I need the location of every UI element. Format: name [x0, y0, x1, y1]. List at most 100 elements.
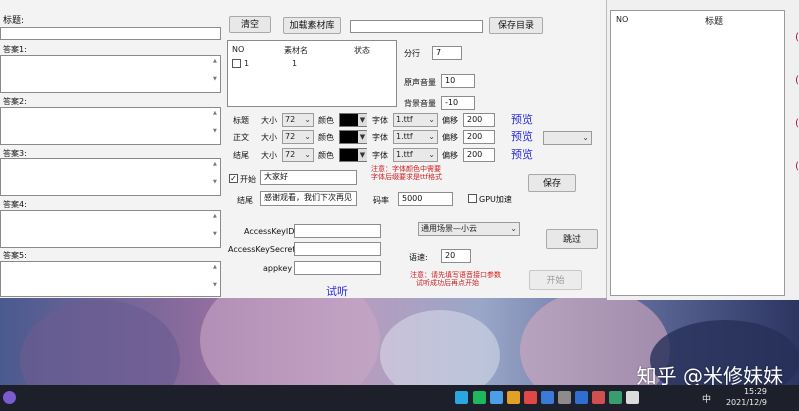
clear-button[interactable]: 清空 — [229, 16, 271, 33]
save-dir-input[interactable] — [350, 20, 483, 33]
asset-row-checkbox[interactable] — [232, 59, 241, 68]
clock-date: 2021/12/9 — [725, 398, 767, 407]
size-select[interactable]: 72 ⌄ — [282, 113, 314, 127]
speed-label: 语速: — [409, 253, 428, 262]
end-text-input[interactable]: 感谢观看，我们下次再见 — [260, 191, 357, 206]
color-picker[interactable]: ▼ — [339, 148, 367, 162]
start-icon[interactable] — [3, 391, 16, 404]
font-select[interactable]: 1.ttf ⌄ — [393, 130, 438, 144]
preview-select[interactable]: ⌄ — [543, 131, 592, 145]
font-select[interactable]: 1.ttf ⌄ — [393, 113, 438, 127]
offset-input[interactable]: 200 — [463, 148, 495, 162]
load-assets-button[interactable]: 加载素材库 — [283, 17, 341, 34]
preview-link[interactable]: 预览 — [511, 128, 533, 144]
offset-label: 偏移 — [442, 151, 458, 160]
color-label: 颜色 — [318, 116, 334, 125]
start-checkbox[interactable]: ✓ — [229, 174, 238, 183]
app-icon[interactable] — [541, 391, 554, 404]
color-picker[interactable]: ▼ — [339, 130, 367, 144]
title-input[interactable] — [0, 27, 221, 40]
preview-link[interactable]: 预览 — [511, 111, 533, 127]
title-label: 标题: — [3, 16, 25, 26]
style-name-label: 正文 — [233, 133, 249, 142]
scroll-arrows-icon[interactable]: ▲ ▼ — [213, 110, 219, 134]
answer5-textarea[interactable]: ▲ ▼ — [0, 261, 221, 297]
answer3-textarea[interactable]: ▲ ▼ — [0, 158, 221, 196]
save-button[interactable]: 保存 — [528, 174, 576, 192]
chevron-down-icon: ⌄ — [510, 224, 517, 233]
chevron-down-icon: ⌄ — [304, 150, 311, 159]
access-key-secret-label: AccessKeySecret — [228, 245, 296, 254]
font-note-line2: 字体后缀要求是ttf格式 — [371, 173, 442, 181]
style-name-label: 标题 — [233, 116, 249, 125]
app-icon[interactable] — [626, 391, 639, 404]
answer4-textarea[interactable]: ▲ ▼ — [0, 210, 221, 248]
start-button[interactable]: 开始 — [529, 270, 582, 290]
answer1-label: 答案1: — [3, 45, 27, 54]
access-key-secret-input[interactable] — [294, 242, 381, 256]
chevron-down-icon: ⌄ — [304, 132, 311, 141]
gpu-label: GPU加速 — [479, 195, 512, 204]
asset-table: NO 素材名 状态 1 1 — [227, 40, 397, 107]
app-icon[interactable] — [592, 391, 605, 404]
bitrate-label: 码率 — [373, 196, 389, 205]
color-label: 颜色 — [318, 151, 334, 160]
app-icon[interactable] — [558, 391, 571, 404]
offset-input[interactable]: 200 — [463, 130, 495, 144]
size-select[interactable]: 72 ⌄ — [282, 148, 314, 162]
taskbar: 中 — [0, 385, 799, 411]
bg-volume-input[interactable]: -10 — [441, 96, 475, 110]
voice-volume-input[interactable]: 10 — [441, 74, 475, 88]
chevron-down-icon: ⌄ — [304, 115, 311, 124]
edge-text: ( — [795, 118, 799, 129]
app-window: 标题: 答案1: ▲ ▼ 答案2: ▲ ▼ 答案3: ▲ ▼ 答案4: ▲ ▼ 答案5:… — [0, 0, 607, 298]
access-key-id-label: AccessKeyID — [244, 227, 295, 236]
offset-label: 偏移 — [442, 116, 458, 125]
appkey-input[interactable] — [294, 261, 381, 275]
app-icon[interactable] — [524, 391, 537, 404]
app-icon[interactable] — [455, 391, 468, 404]
title-list[interactable]: NO 标题 — [610, 10, 785, 296]
browser-icon[interactable] — [490, 391, 503, 404]
asset-row-name: 1 — [292, 59, 298, 68]
speed-input[interactable]: 20 — [441, 249, 471, 263]
scroll-arrows-icon[interactable]: ▲ ▼ — [213, 161, 219, 185]
app-icon[interactable] — [575, 391, 588, 404]
scroll-arrows-icon[interactable]: ▲ ▼ — [213, 213, 219, 237]
answer2-textarea[interactable]: ▲ ▼ — [0, 107, 221, 145]
asset-col-name: 素材名 — [284, 46, 308, 55]
scroll-arrows-icon[interactable]: ▲ ▼ — [213, 264, 219, 288]
bitrate-input[interactable]: 5000 — [398, 192, 453, 206]
preview-link[interactable]: 预览 — [511, 146, 533, 162]
offset-input[interactable]: 200 — [463, 113, 495, 127]
access-key-id-input[interactable] — [294, 224, 381, 238]
scroll-arrows-icon[interactable]: ▲ ▼ — [213, 58, 219, 82]
skip-button[interactable]: 跳过 — [546, 229, 598, 249]
answer5-label: 答案5: — [3, 251, 27, 260]
clock[interactable]: 15:29 2021/12/9 — [726, 386, 767, 408]
rows-label: 分行 — [404, 49, 420, 58]
bg-volume-label: 背景音量 — [404, 99, 436, 108]
color-picker[interactable]: ▼ — [339, 113, 367, 127]
folder-icon[interactable] — [507, 391, 520, 404]
try-listen-link[interactable]: 试听 — [326, 283, 348, 299]
ime-indicator[interactable]: 中 — [702, 392, 711, 405]
rows-input[interactable]: 7 — [432, 46, 462, 60]
chevron-down-icon: ⌄ — [582, 133, 589, 142]
chevron-down-icon: ⌄ — [428, 132, 435, 141]
edge-text: ( — [795, 75, 799, 86]
start-text-input[interactable]: 大家好 — [260, 170, 357, 185]
font-label: 字体 — [372, 116, 388, 125]
answer1-textarea[interactable]: ▲ ▼ — [0, 55, 221, 93]
save-dir-button[interactable]: 保存目录 — [489, 17, 543, 34]
scene-select[interactable]: 通用场景—小云 ⌄ — [418, 222, 520, 236]
size-select[interactable]: 72 ⌄ — [282, 130, 314, 144]
api-note-line2: 试听成功后再点开始 — [416, 279, 479, 287]
app-icon[interactable] — [609, 391, 622, 404]
gpu-checkbox[interactable] — [468, 194, 477, 203]
color-label: 颜色 — [318, 133, 334, 142]
chevron-down-icon: ⌄ — [428, 115, 435, 124]
font-select[interactable]: 1.ttf ⌄ — [393, 148, 438, 162]
chevron-down-icon: ⌄ — [428, 150, 435, 159]
wechat-icon[interactable] — [473, 391, 486, 404]
